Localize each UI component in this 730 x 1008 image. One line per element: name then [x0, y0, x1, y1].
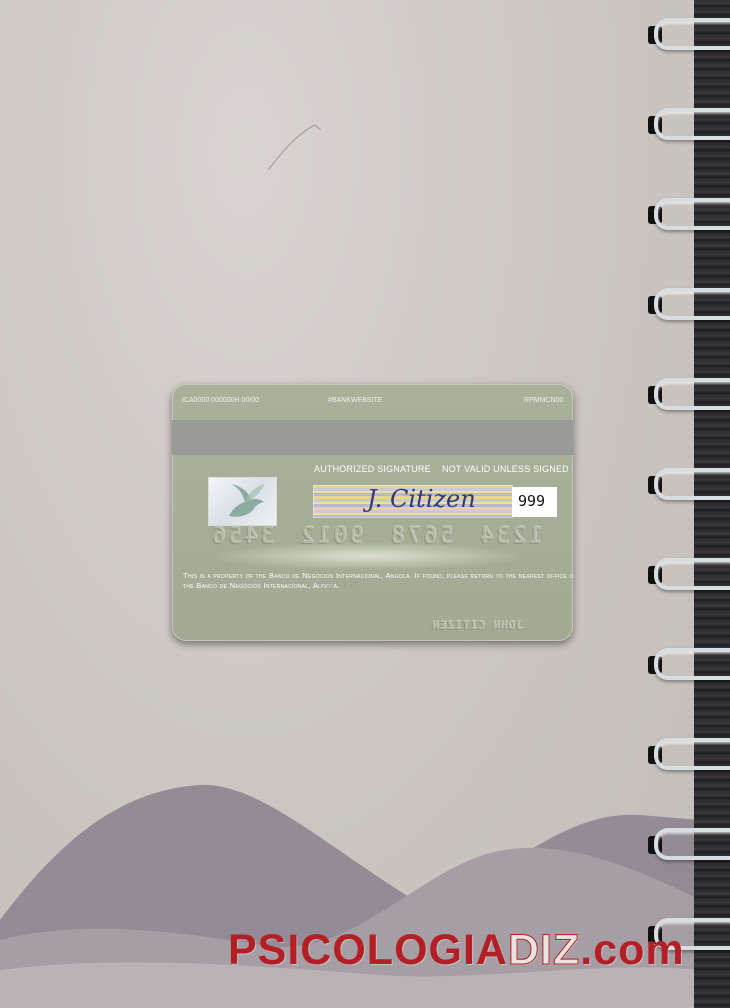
emboss-glow	[208, 542, 528, 570]
spiral-ring	[640, 14, 730, 54]
property-notice: This is a property of the Banco de Negóc…	[183, 571, 573, 590]
card-back: ICA0000 000000H 00/00 #BANKWEBSITE RPMMC…	[172, 384, 573, 641]
notebook-photo: PSICOLOGIADIZ.com ICA0000 000000H 00/00 …	[0, 0, 730, 1008]
magnetic-stripe	[172, 420, 573, 455]
spiral-ring	[640, 554, 730, 594]
site-watermark: PSICOLOGIADIZ.com	[228, 926, 685, 975]
watermark-part3: .com	[580, 926, 685, 974]
authorized-signature-label: AUTHORIZED SIGNATURE	[314, 464, 431, 474]
embossed-expiry: 01/25	[318, 577, 358, 592]
spiral-ring	[640, 644, 730, 684]
spiral-ring	[640, 464, 730, 504]
embossed-cardholder-name: JOHN CITIZEN	[431, 619, 523, 632]
cvv-code: 999	[518, 492, 546, 510]
watermark-part1: PSICOLOGIA	[228, 926, 508, 974]
pencil-mark	[267, 124, 322, 171]
spiral-ring	[640, 104, 730, 144]
dove-icon	[229, 484, 265, 517]
spiral-ring	[640, 284, 730, 324]
spiral-ring	[640, 824, 730, 864]
spiral-ring	[640, 194, 730, 234]
spiral-ring	[640, 734, 730, 774]
dove-hologram	[209, 478, 276, 525]
not-valid-label: NOT VALID UNLESS SIGNED	[442, 464, 569, 474]
card-header-center: #BANKWEBSITE	[328, 397, 383, 404]
card-header-right: RPMMCN00	[524, 397, 564, 404]
watermark-part2: DIZ	[507, 926, 581, 975]
spiral-ring	[640, 374, 730, 414]
card-header-left: ICA0000 000000H 00/00	[182, 397, 260, 404]
cardholder-signature: J. Citizen	[367, 485, 476, 513]
